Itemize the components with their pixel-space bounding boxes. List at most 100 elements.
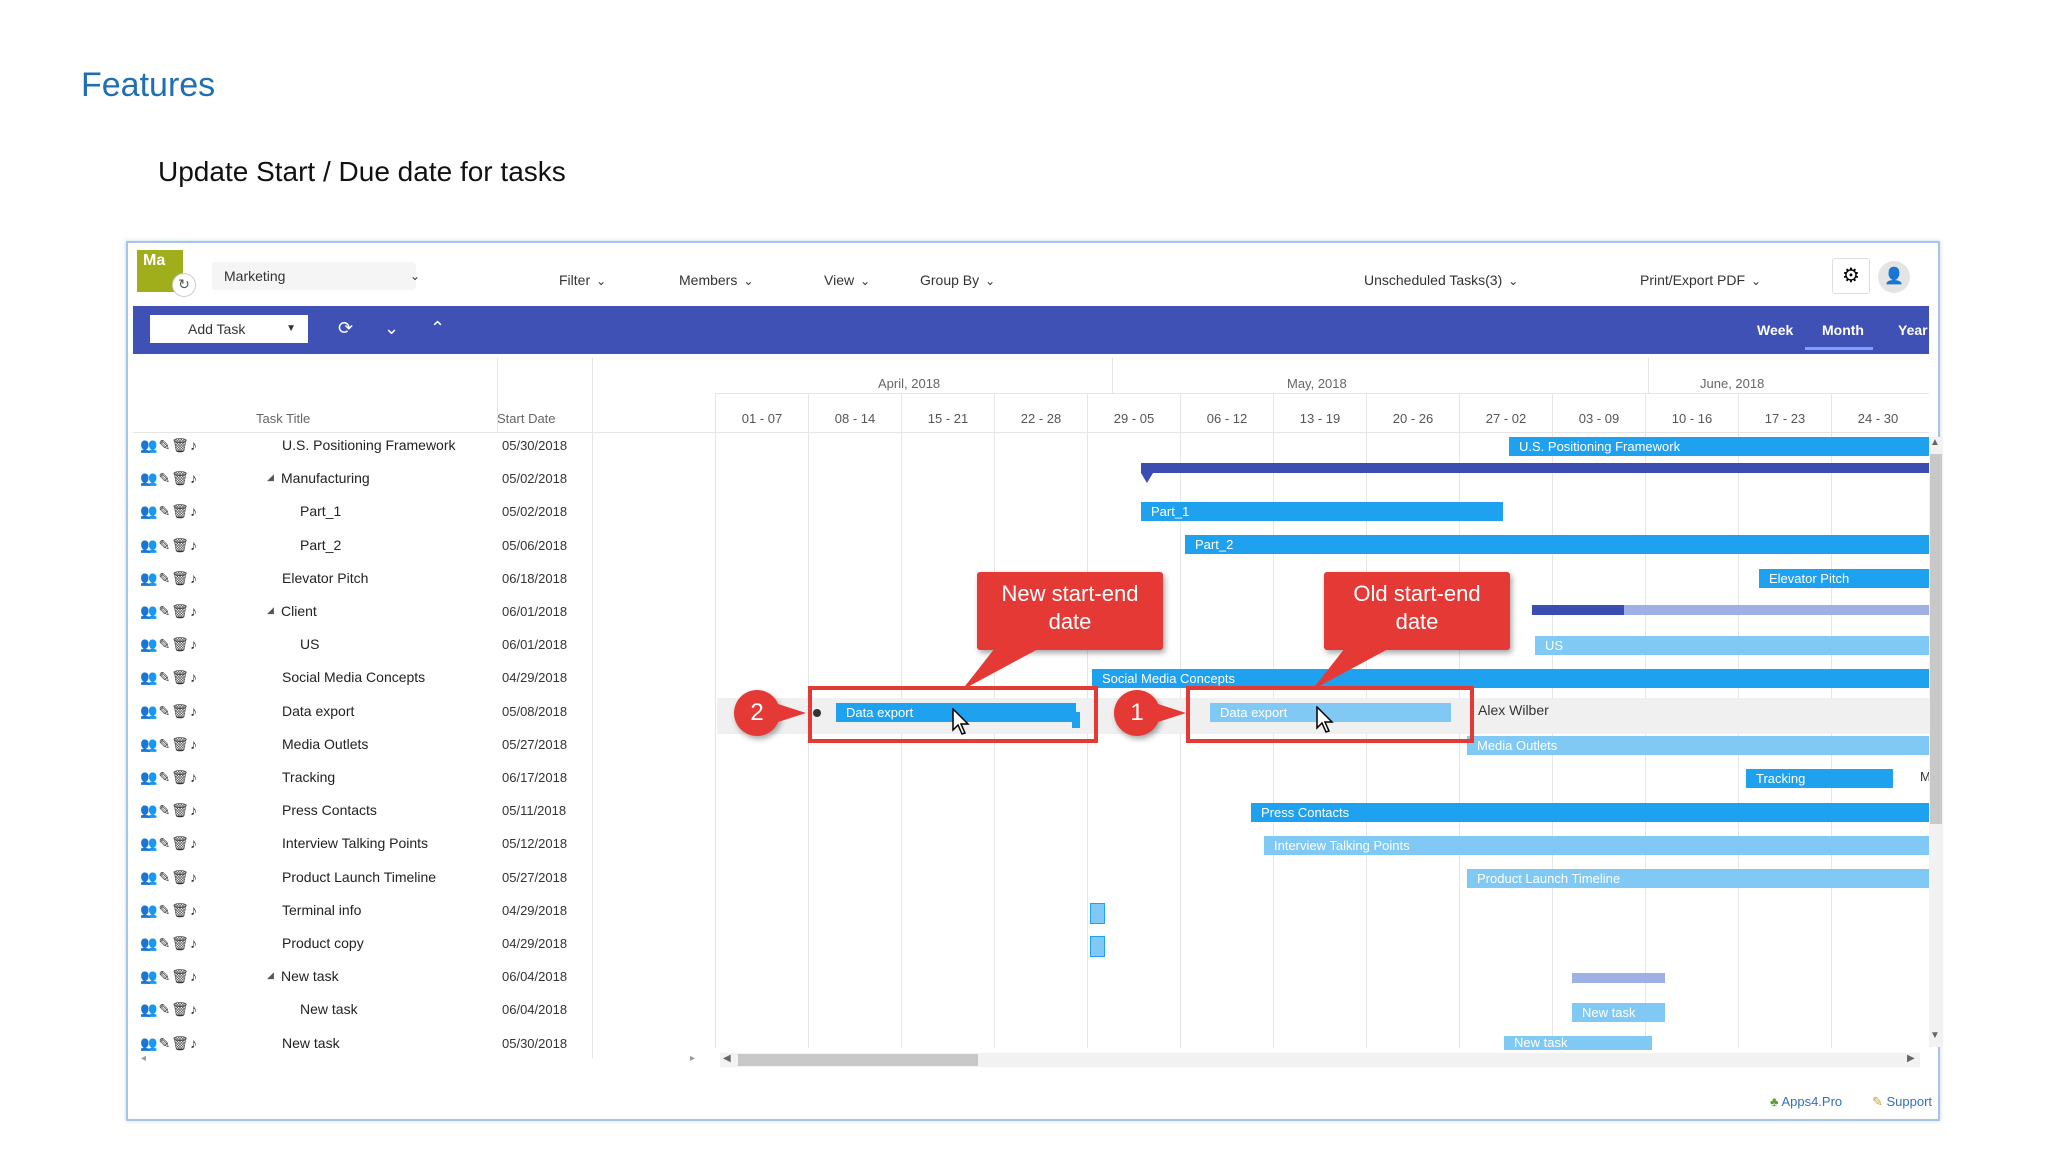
- view-week-button[interactable]: Week: [1757, 322, 1793, 338]
- task-title[interactable]: New task: [282, 1035, 340, 1051]
- scroll-left-icon[interactable]: ◀: [723, 1053, 731, 1064]
- members-icon[interactable]: 👥: [140, 537, 158, 553]
- bar-new-task-summary[interactable]: [1572, 973, 1665, 983]
- link-icon[interactable]: ♪: [190, 968, 198, 984]
- row-actions[interactable]: 👥✎🗑♪: [140, 703, 198, 720]
- delete-icon[interactable]: 🗑: [171, 437, 190, 453]
- scrollbar-thumb[interactable]: [738, 1054, 978, 1066]
- collapse-all-icon[interactable]: ⌃: [430, 318, 445, 339]
- edit-icon[interactable]: ✎: [158, 902, 171, 918]
- link-icon[interactable]: ♪: [190, 802, 198, 818]
- bar-part1[interactable]: Part_1: [1141, 502, 1503, 521]
- col-start-date[interactable]: Start Date: [497, 411, 556, 426]
- link-icon[interactable]: ♪: [190, 902, 198, 918]
- task-title[interactable]: Part_1: [300, 503, 341, 519]
- delete-icon[interactable]: 🗑: [171, 470, 190, 486]
- apps4pro-link[interactable]: ♣ Apps4.Pro: [1770, 1094, 1842, 1109]
- row-actions[interactable]: 👥✎🗑♪: [140, 968, 198, 985]
- row-actions[interactable]: 👥✎🗑♪: [140, 1001, 198, 1018]
- task-title[interactable]: U.S. Positioning Framework: [282, 437, 456, 453]
- members-icon[interactable]: 👥: [140, 636, 158, 652]
- task-title[interactable]: Elevator Pitch: [282, 570, 368, 586]
- edit-icon[interactable]: ✎: [158, 570, 171, 586]
- link-icon[interactable]: ♪: [190, 669, 198, 685]
- scroll-up-icon[interactable]: ▲: [1930, 437, 1940, 448]
- delete-icon[interactable]: 🗑: [171, 603, 190, 619]
- group-by-menu[interactable]: Group By ⌄: [920, 272, 995, 288]
- collapse-toggle-icon[interactable]: ◢: [267, 605, 274, 616]
- link-icon[interactable]: ♪: [190, 1035, 198, 1051]
- row-actions[interactable]: 👥✎🗑♪: [140, 769, 198, 786]
- row-actions[interactable]: 👥✎🗑♪: [140, 902, 198, 919]
- link-icon[interactable]: ♪: [190, 636, 198, 652]
- refresh-icon[interactable]: ↻: [172, 273, 196, 297]
- edit-icon[interactable]: ✎: [158, 537, 171, 553]
- edit-icon[interactable]: ✎: [158, 769, 171, 785]
- task-title[interactable]: Media Outlets: [282, 736, 368, 752]
- edit-icon[interactable]: ✎: [158, 703, 171, 719]
- members-icon[interactable]: 👥: [140, 968, 158, 984]
- link-icon[interactable]: ♪: [190, 769, 198, 785]
- link-icon[interactable]: ♪: [190, 503, 198, 519]
- filter-menu[interactable]: Filter ⌄: [559, 272, 606, 288]
- bar-press-contacts[interactable]: Press Contacts: [1251, 803, 1930, 822]
- bar-tracking[interactable]: Tracking: [1746, 769, 1893, 788]
- row-actions[interactable]: 👥✎🗑♪: [140, 537, 198, 554]
- members-icon[interactable]: 👥: [140, 669, 158, 685]
- members-icon[interactable]: 👥: [140, 935, 158, 951]
- collapse-toggle-icon[interactable]: ◢: [267, 472, 274, 483]
- members-icon[interactable]: 👥: [140, 736, 158, 752]
- row-actions[interactable]: 👥✎🗑♪: [140, 503, 198, 520]
- delete-icon[interactable]: 🗑: [171, 1001, 190, 1017]
- vertical-scrollbar-thumb[interactable]: [1930, 454, 1942, 824]
- task-title[interactable]: Client: [281, 603, 317, 619]
- delete-icon[interactable]: 🗑: [171, 1035, 190, 1051]
- edit-icon[interactable]: ✎: [158, 736, 171, 752]
- members-icon[interactable]: 👥: [140, 902, 158, 918]
- task-title[interactable]: Social Media Concepts: [282, 669, 425, 685]
- view-year-button[interactable]: Year: [1898, 322, 1928, 338]
- members-icon[interactable]: 👥: [140, 1001, 158, 1017]
- row-actions[interactable]: 👥✎🗑♪: [140, 570, 198, 587]
- project-select[interactable]: Marketing ⌄: [212, 262, 420, 290]
- row-actions[interactable]: 👥✎🗑♪: [140, 669, 198, 686]
- delete-icon[interactable]: 🗑: [171, 736, 190, 752]
- edit-icon[interactable]: ✎: [158, 968, 171, 984]
- row-actions[interactable]: 👥✎🗑♪: [140, 736, 198, 753]
- view-month-button[interactable]: Month: [1822, 322, 1864, 338]
- bar-us[interactable]: US: [1535, 636, 1930, 655]
- delete-icon[interactable]: 🗑: [171, 703, 190, 719]
- delete-icon[interactable]: 🗑: [171, 902, 190, 918]
- row-actions[interactable]: 👥✎🗑♪: [140, 636, 198, 653]
- edit-icon[interactable]: ✎: [158, 935, 171, 951]
- edit-icon[interactable]: ✎: [158, 636, 171, 652]
- bar-us-positioning[interactable]: U.S. Positioning Framework: [1509, 437, 1930, 456]
- task-title[interactable]: US: [300, 636, 319, 652]
- user-icon[interactable]: 👤: [1878, 261, 1910, 293]
- refresh-icon[interactable]: ⟳: [338, 318, 353, 339]
- edit-icon[interactable]: ✎: [158, 470, 171, 486]
- task-title[interactable]: New task: [281, 968, 339, 984]
- link-icon[interactable]: ♪: [190, 736, 198, 752]
- edit-icon[interactable]: ✎: [158, 669, 171, 685]
- collapse-toggle-icon[interactable]: ◢: [267, 970, 274, 981]
- bar-manufacturing-summary[interactable]: [1141, 463, 1930, 473]
- task-title[interactable]: Product copy: [282, 935, 364, 951]
- row-actions[interactable]: 👥✎🗑♪: [140, 835, 198, 852]
- row-actions[interactable]: 👥✎🗑♪: [140, 935, 198, 952]
- members-icon[interactable]: 👥: [140, 603, 158, 619]
- edit-icon[interactable]: ✎: [158, 437, 171, 453]
- members-icon[interactable]: 👥: [140, 470, 158, 486]
- scroll-down-icon[interactable]: ▼: [1930, 1030, 1940, 1041]
- row-actions[interactable]: 👥✎🗑♪: [140, 869, 198, 886]
- grid-scroll-left-icon[interactable]: ◂: [141, 1053, 146, 1064]
- gear-icon[interactable]: ⚙: [1832, 258, 1870, 294]
- add-task-button[interactable]: Add Task ▼: [150, 315, 308, 343]
- task-title[interactable]: Manufacturing: [281, 470, 370, 486]
- bar-product-copy[interactable]: [1090, 936, 1105, 957]
- members-icon[interactable]: 👥: [140, 835, 158, 851]
- members-icon[interactable]: 👥: [140, 437, 158, 453]
- grid-scroll-right-icon[interactable]: ▸: [690, 1053, 695, 1064]
- delete-icon[interactable]: 🗑: [171, 537, 190, 553]
- row-actions[interactable]: 👥✎🗑♪: [140, 802, 198, 819]
